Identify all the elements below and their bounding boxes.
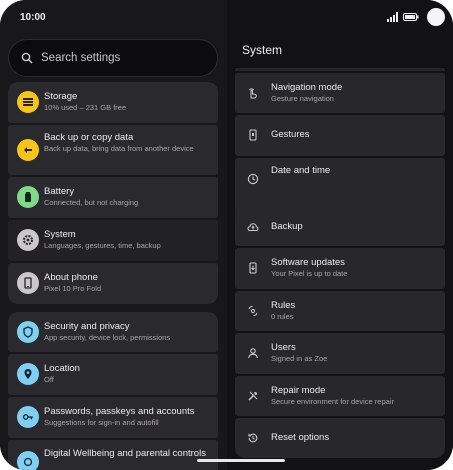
system-item-rules[interactable]: Rules 0 rules	[235, 291, 445, 331]
system-title: System	[44, 229, 76, 240]
backup-data-icon	[17, 139, 39, 161]
settings-item-location[interactable]: Location Off	[8, 354, 218, 395]
storage-title: Storage	[44, 91, 78, 102]
gear-icon	[17, 229, 39, 251]
passwords-title: Passwords, passkeys and accounts	[44, 406, 195, 417]
search-icon	[21, 52, 33, 64]
repair-mode-title: Repair mode	[271, 385, 326, 396]
page-title: System	[242, 43, 283, 57]
settings-item-passwords-accounts[interactable]: Passwords, passkeys and accounts Suggest…	[8, 397, 218, 438]
settings-group-device: Storage 10% used – 231 GB free Back up o…	[8, 82, 218, 306]
phone-gestures-icon	[249, 129, 257, 141]
rules-subtitle: 0 rules	[271, 312, 294, 321]
system-item-users[interactable]: Users Signed in as Zoe	[235, 333, 445, 374]
status-clock: 10:00	[20, 12, 46, 23]
about-phone-subtitle: Pixel 10 Pro Fold	[44, 284, 102, 293]
system-item-repair-mode[interactable]: Repair mode Secure environment for devic…	[235, 376, 445, 416]
search-bar[interactable]: Search settings	[8, 39, 218, 77]
software-updates-title: Software updates	[271, 257, 345, 268]
signal-icon	[387, 12, 398, 22]
system-update-icon	[249, 262, 257, 274]
status-icons	[387, 8, 445, 26]
system-item-gestures[interactable]: Gestures	[235, 115, 445, 156]
settings-item-backup-copy[interactable]: Back up or copy data Back up data, bring…	[8, 125, 218, 175]
backup-title: Backup	[271, 221, 303, 232]
reset-icon	[248, 433, 258, 443]
settings-item-security-privacy[interactable]: Security and privacy App security, devic…	[8, 312, 218, 352]
user-icon	[248, 348, 258, 359]
settings-item-digital-wellbeing[interactable]: Digital Wellbeing and parental controls	[8, 440, 218, 470]
navigation-gesture-icon	[249, 88, 257, 99]
storage-subtitle: 10% used – 231 GB free	[44, 103, 127, 112]
system-settings-list: Navigation mode Gesture navigation Gestu…	[235, 68, 445, 230]
home-indicator[interactable]	[197, 459, 285, 462]
system-item-reset-options[interactable]: Reset options	[235, 418, 445, 458]
battery-icon	[17, 186, 39, 208]
battery-title: Battery	[44, 186, 75, 197]
system-item-backup[interactable]: Backup	[235, 208, 445, 246]
key-icon	[17, 406, 39, 428]
search-placeholder: Search settings	[41, 52, 121, 64]
rules-title: Rules	[271, 300, 296, 311]
security-subtitle: App security, device lock, permissions	[44, 333, 171, 342]
cloud-backup-icon	[247, 223, 259, 231]
location-title: Location	[44, 363, 80, 374]
status-bar: 10:00	[0, 0, 453, 34]
settings-item-storage[interactable]: Storage 10% used – 231 GB free	[8, 82, 218, 123]
backup-copy-subtitle: Back up data, bring data from another de…	[44, 144, 194, 153]
backup-copy-title: Back up or copy data	[44, 132, 134, 143]
settings-item-about-phone[interactable]: About phone Pixel 10 Pro Fold	[8, 263, 218, 304]
clock-icon	[247, 173, 259, 185]
shield-icon	[17, 321, 39, 343]
passwords-subtitle: Suggestions for sign-in and autofill	[44, 418, 159, 427]
security-title: Security and privacy	[44, 321, 130, 332]
software-updates-subtitle: Your Pixel is up to date	[271, 269, 348, 278]
users-title: Users	[271, 342, 296, 353]
settings-group-security: Security and privacy App security, devic…	[8, 312, 218, 470]
about-phone-title: About phone	[44, 272, 98, 283]
system-item-software-updates[interactable]: Software updates Your Pixel is up to dat…	[235, 248, 445, 289]
reset-options-title: Reset options	[271, 432, 330, 443]
settings-item-system[interactable]: System Languages, gestures, time, backup	[8, 220, 218, 261]
system-subtitle: Languages, gestures, time, backup	[44, 241, 161, 250]
location-subtitle: Off	[44, 375, 54, 384]
camera-cutout	[427, 8, 445, 26]
phone-icon	[17, 272, 39, 294]
rules-icon	[248, 306, 258, 316]
wellbeing-title: Digital Wellbeing and parental controls	[44, 448, 206, 459]
date-time-title: Date and time	[271, 165, 331, 176]
device-screen: 10:00 Search settings Storage 10% used –…	[0, 0, 453, 470]
repair-tools-icon	[248, 391, 258, 401]
list-top-edge	[235, 68, 445, 71]
storage-icon	[17, 91, 39, 113]
system-settings-list-2: Backup Software updates Your Pixel is up…	[235, 208, 445, 460]
battery-subtitle: Connected, but not charging	[44, 198, 139, 207]
wellbeing-icon	[17, 451, 39, 470]
gestures-title: Gestures	[271, 129, 310, 140]
navigation-mode-title: Navigation mode	[271, 82, 343, 93]
navigation-mode-subtitle: Gesture navigation	[271, 94, 334, 103]
users-subtitle: Signed in as Zoe	[271, 354, 328, 363]
battery-status-icon	[403, 13, 419, 21]
system-item-navigation-mode[interactable]: Navigation mode Gesture navigation	[235, 73, 445, 113]
settings-item-battery[interactable]: Battery Connected, but not charging	[8, 177, 218, 218]
repair-mode-subtitle: Secure environment for device repair	[271, 397, 394, 406]
location-pin-icon	[17, 363, 39, 385]
